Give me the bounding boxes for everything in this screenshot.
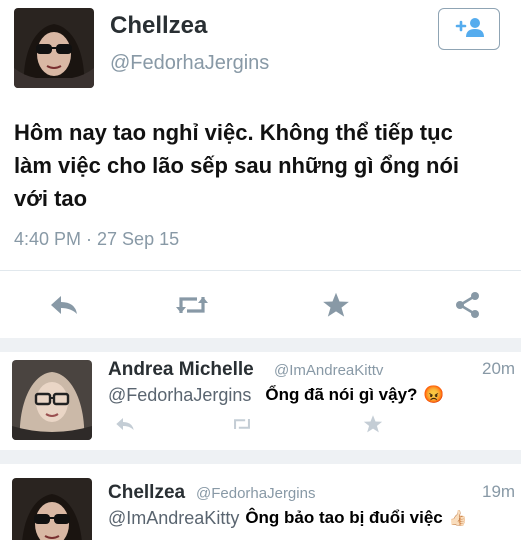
retweet-button[interactable]: [170, 292, 214, 322]
reply-author-name[interactable]: Chellzea: [108, 482, 185, 504]
tweet-text-line: với tao: [14, 186, 88, 211]
author-handle[interactable]: @FedorhaJergins: [110, 52, 269, 75]
reply-author-handle[interactable]: @FedorhaJergins: [196, 485, 315, 502]
author-avatar[interactable]: [14, 8, 94, 88]
section-separator: [0, 450, 521, 464]
reply-button[interactable]: [44, 292, 84, 322]
tweet-text-line: làm việc cho lão sếp sau những gì ổng nó…: [14, 153, 459, 178]
reply-body: @FedorhaJergins Ổng đã nói gì vậy? 😡: [108, 382, 445, 408]
reply-time: 20m: [482, 359, 516, 378]
divider: [0, 270, 521, 271]
plus-user-icon: [452, 16, 486, 43]
follow-button[interactable]: [438, 8, 500, 50]
author-name[interactable]: Chellzea: [110, 12, 207, 40]
reply-mention[interactable]: @ImAndreaKitty: [108, 508, 239, 529]
angry-face-emoji: 😡: [423, 385, 445, 404]
section-separator: [0, 338, 521, 352]
favorite-button[interactable]: [318, 291, 354, 323]
reply-avatar[interactable]: [12, 478, 92, 540]
favorite-button[interactable]: [360, 414, 386, 438]
thumbs-up-emoji: 👍🏻: [448, 510, 468, 527]
reply-author-name[interactable]: Andrea Michelle: [108, 359, 254, 381]
reply-avatar[interactable]: [12, 360, 92, 440]
reply-time: 19m: [482, 482, 516, 501]
retweet-icon: [173, 293, 211, 322]
retweet-button[interactable]: [228, 416, 256, 436]
reply-body: @ImAndreaKitty Ông bảo tao bị đuổi việc …: [108, 505, 467, 531]
tweet-timestamp[interactable]: 4:40 PM · 27 Sep 15: [14, 229, 179, 250]
retweet-icon: [230, 416, 254, 437]
favorite-icon: [322, 291, 350, 324]
share-button[interactable]: [450, 291, 486, 323]
reply-mention[interactable]: @FedorhaJergins: [108, 385, 251, 406]
share-icon: [454, 291, 482, 324]
reply-icon: [115, 416, 135, 437]
reply-icon: [49, 294, 79, 321]
reply-author-handle[interactable]: @ImAndreaKittv: [274, 362, 383, 379]
reply-button[interactable]: [112, 416, 138, 436]
tweet-text: Hôm nay tao nghỉ việc. Không thể tiếp tụ…: [14, 116, 514, 215]
reply-caption: Ổng đã nói gì vậy?: [265, 385, 418, 404]
tweet-text-line: Hôm nay tao nghỉ việc. Không thể tiếp tụ…: [14, 120, 453, 145]
reply-caption: Ông bảo tao bị đuổi việc: [245, 508, 443, 527]
favorite-icon: [363, 414, 383, 439]
